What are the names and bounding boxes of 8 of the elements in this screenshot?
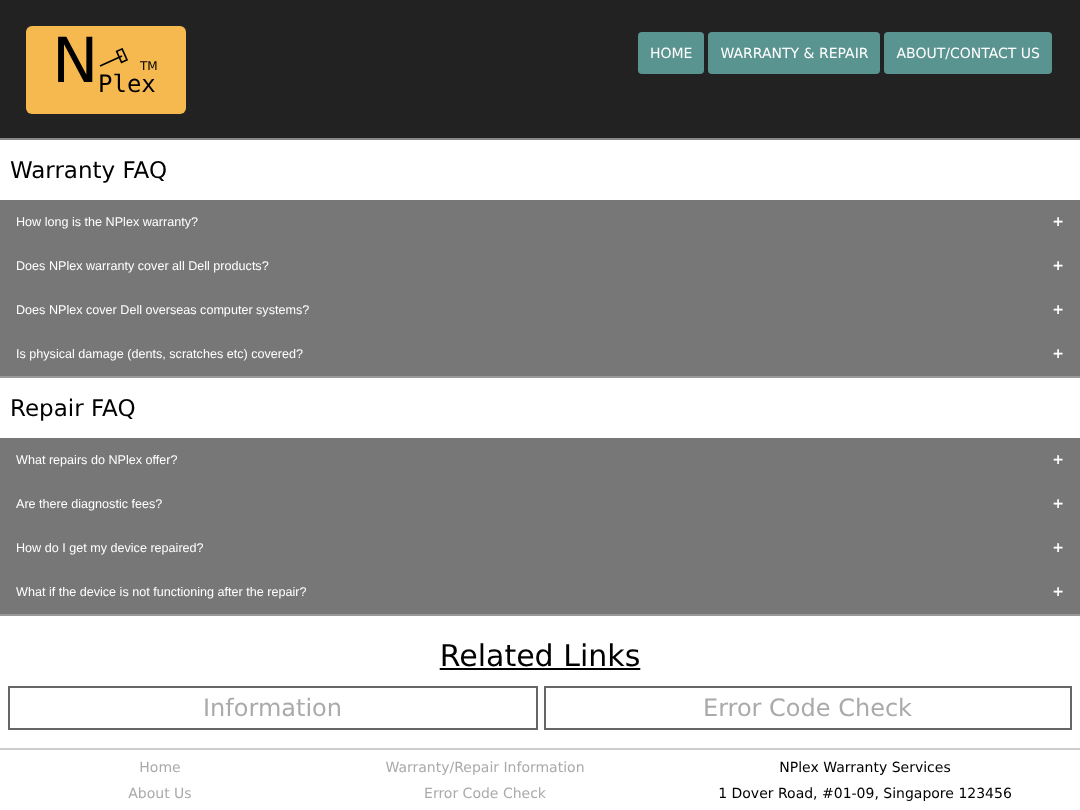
hammer-icon	[98, 48, 130, 68]
section-heading: Warranty FAQ	[8, 154, 170, 188]
logo-letter: N	[52, 32, 99, 94]
related-link[interactable]: Error Code Check	[543, 686, 1072, 730]
section-heading: Repair FAQ	[8, 392, 138, 426]
related-links-heading: Related Links	[437, 636, 643, 676]
related-link[interactable]: Information	[8, 686, 537, 730]
logo-word: Plex	[98, 72, 156, 96]
